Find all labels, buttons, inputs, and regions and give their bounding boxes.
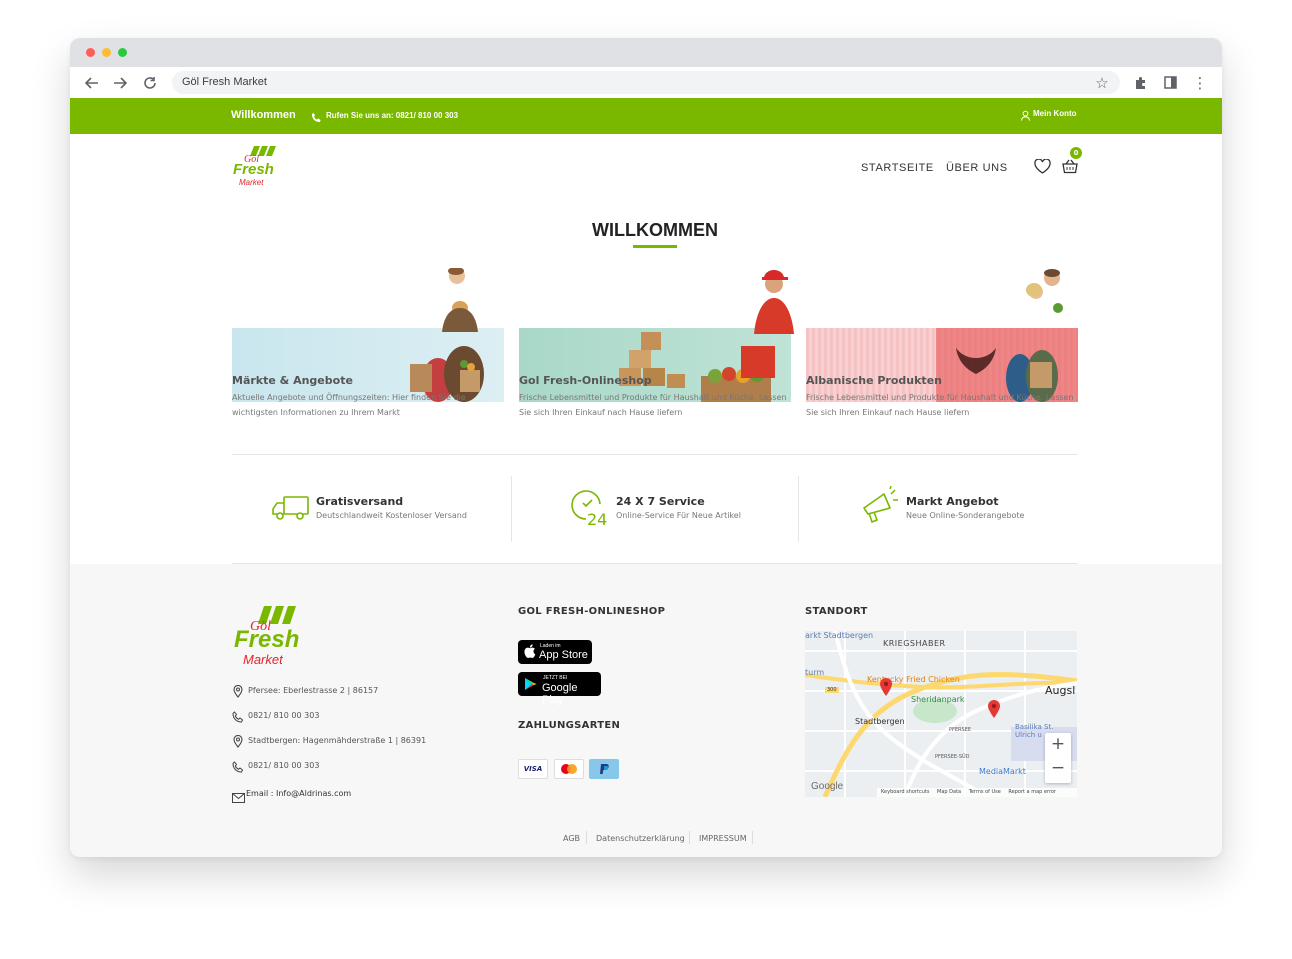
google-play-icon [524,677,537,696]
card-text-maerkte: Aktuelle Angebote und Öffnungszeiten: Hi… [232,393,466,417]
heart-icon[interactable] [1034,158,1051,178]
clock-24-icon: 24 [570,488,608,532]
title-bar [70,38,1222,67]
report-error-link[interactable]: Report a map error [1008,789,1056,795]
card-title-maerkte[interactable]: Märkte & Angebote [232,374,353,387]
link-separator [586,831,587,844]
site-logo[interactable]: Göl Fresh Market [232,146,280,188]
side-panel-icon[interactable] [1160,73,1180,93]
feature-separator [798,476,799,542]
nav-ueber-uns[interactable]: ÜBER UNS [946,162,1008,174]
feature-title-angebot: Markt Angebot [906,495,999,508]
browser-window: Göl Fresh Market ☆ ⋮ Willkommen Rufen Si… [70,38,1222,857]
feature-separator [511,476,512,542]
paypal-icon [589,759,619,779]
footer-link-impressum[interactable]: IMPRESSUM [699,834,747,843]
terms-link[interactable]: Terms of Use [969,789,1001,795]
map-zoom-controls: + − [1045,733,1071,783]
google-logo: Google [811,781,844,792]
bookmark-star-icon[interactable]: ☆ [1092,73,1112,93]
feature-subtitle-service: Online-Service Für Neue Artikel [616,511,741,520]
browser-toolbar: Göl Fresh Market ☆ ⋮ [70,67,1222,99]
top-info-bar: Willkommen Rufen Sie uns an: 0821/ 810 0… [70,98,1222,134]
phone-icon [311,110,322,128]
phone-icon [232,708,244,727]
apple-icon [524,644,536,663]
card-courier-overflow [744,268,804,334]
minimize-window-button[interactable] [102,48,111,57]
card-row: Märkte & Angebote Aktuelle Angebote und … [232,267,1078,418]
link-separator [689,831,690,844]
google-play-badge[interactable]: JETZT BEI Google Play [518,672,601,706]
arrow-right-icon[interactable] [110,73,130,93]
footer-logo[interactable]: Göl Fresh Market [234,606,304,670]
welcome-link[interactable]: Willkommen [231,109,296,121]
address-bar[interactable]: Göl Fresh Market [172,71,1120,94]
map-pin-icon [233,683,243,702]
svg-text:24: 24 [587,510,607,528]
mastercard-icon [554,759,584,779]
card-title-onlineshop[interactable]: Gol Fresh-Onlineshop [519,374,652,387]
card-title-albanian[interactable]: Albanische Produkten [806,374,942,387]
divider [232,454,1078,455]
contact-address-pfersee: Pfersee: Eberlestrasse 2 | 86157 [248,686,379,695]
map-marker-icon[interactable] [987,699,1001,723]
phone-text: Rufen Sie uns an: 0821/ 810 00 303 [326,111,459,120]
map-attribution: Keyboard shortcuts Map Data Terms of Use… [877,788,1077,797]
contact-email[interactable]: Email : Info@Aldrinas.com [246,789,351,798]
account-link[interactable]: Mein Konto [1033,109,1077,118]
basket-icon[interactable] [1062,158,1078,178]
arrow-left-icon[interactable] [82,73,102,93]
page-content: Göl Fresh Market STARTSEITE ÜBER UNS 0 W… [70,134,1222,857]
map-pin-icon [233,733,243,752]
contact-address-stadtbergen: Stadtbergen: Hagenmähderstraße 1 | 86391 [248,736,427,745]
shop-heading: GOL FRESH-ONLINESHOP [518,606,666,617]
map-data-link[interactable]: Map Data [937,789,961,795]
page-title: WILLKOMMEN [592,220,718,240]
location-heading: STANDORT [805,606,868,617]
browser-menu-icon[interactable]: ⋮ [1190,73,1210,93]
phone-icon [232,758,244,777]
contact-phone-stadtbergen[interactable]: 0821/ 810 00 303 [248,761,319,770]
site-footer: Göl Fresh Market Pfersee: Eberlestrasse … [70,564,1222,857]
truck-icon [272,495,310,525]
extensions-icon[interactable] [1131,73,1151,93]
feature-title-service: 24 X 7 Service [616,495,705,508]
footer-link-datenschutz[interactable]: Datenschutzerklärung [596,834,685,843]
card-text-albanian: Frische Lebensmittel und Produkte für Ha… [806,393,1074,417]
app-store-badge[interactable]: Laden im App Store [518,640,592,664]
card-people-overflow [430,267,500,332]
map-zoom-in-button[interactable]: + [1045,734,1071,754]
nav-startseite[interactable]: STARTSEITE [861,162,934,174]
link-separator [752,831,753,844]
feature-title-gratisversand: Gratisversand [316,495,404,508]
mail-icon [232,788,245,807]
reload-icon[interactable] [140,73,160,93]
footer-link-agb[interactable]: AGB [563,834,580,843]
keyboard-shortcuts-link[interactable]: Keyboard shortcuts [881,789,929,795]
visa-icon: VISA [518,759,548,779]
map-marker-icon[interactable] [879,677,893,701]
card-couple-overflow [1016,268,1076,332]
title-underline [633,245,677,248]
megaphone-icon [860,485,900,530]
close-window-button[interactable] [86,48,95,57]
payment-heading: ZAHLUNGSARTEN [518,720,621,731]
maximize-window-button[interactable] [118,48,127,57]
feature-subtitle-angebot: Neue Online-Sonderangebote [906,511,1025,520]
card-text-onlineshop: Frische Lebensmittel und Produkte für Ha… [519,393,787,417]
location-map[interactable]: arkt Stadtbergen KRIEGSHABER Kentucky Fr… [805,631,1077,797]
feature-subtitle-gratisversand: Deutschlandweit Kostenloser Versand [316,511,467,520]
contact-phone-pfersee[interactable]: 0821/ 810 00 303 [248,711,319,720]
map-zoom-out-button[interactable]: − [1045,758,1071,778]
cart-count-badge: 0 [1070,147,1082,159]
user-icon [1020,108,1031,126]
